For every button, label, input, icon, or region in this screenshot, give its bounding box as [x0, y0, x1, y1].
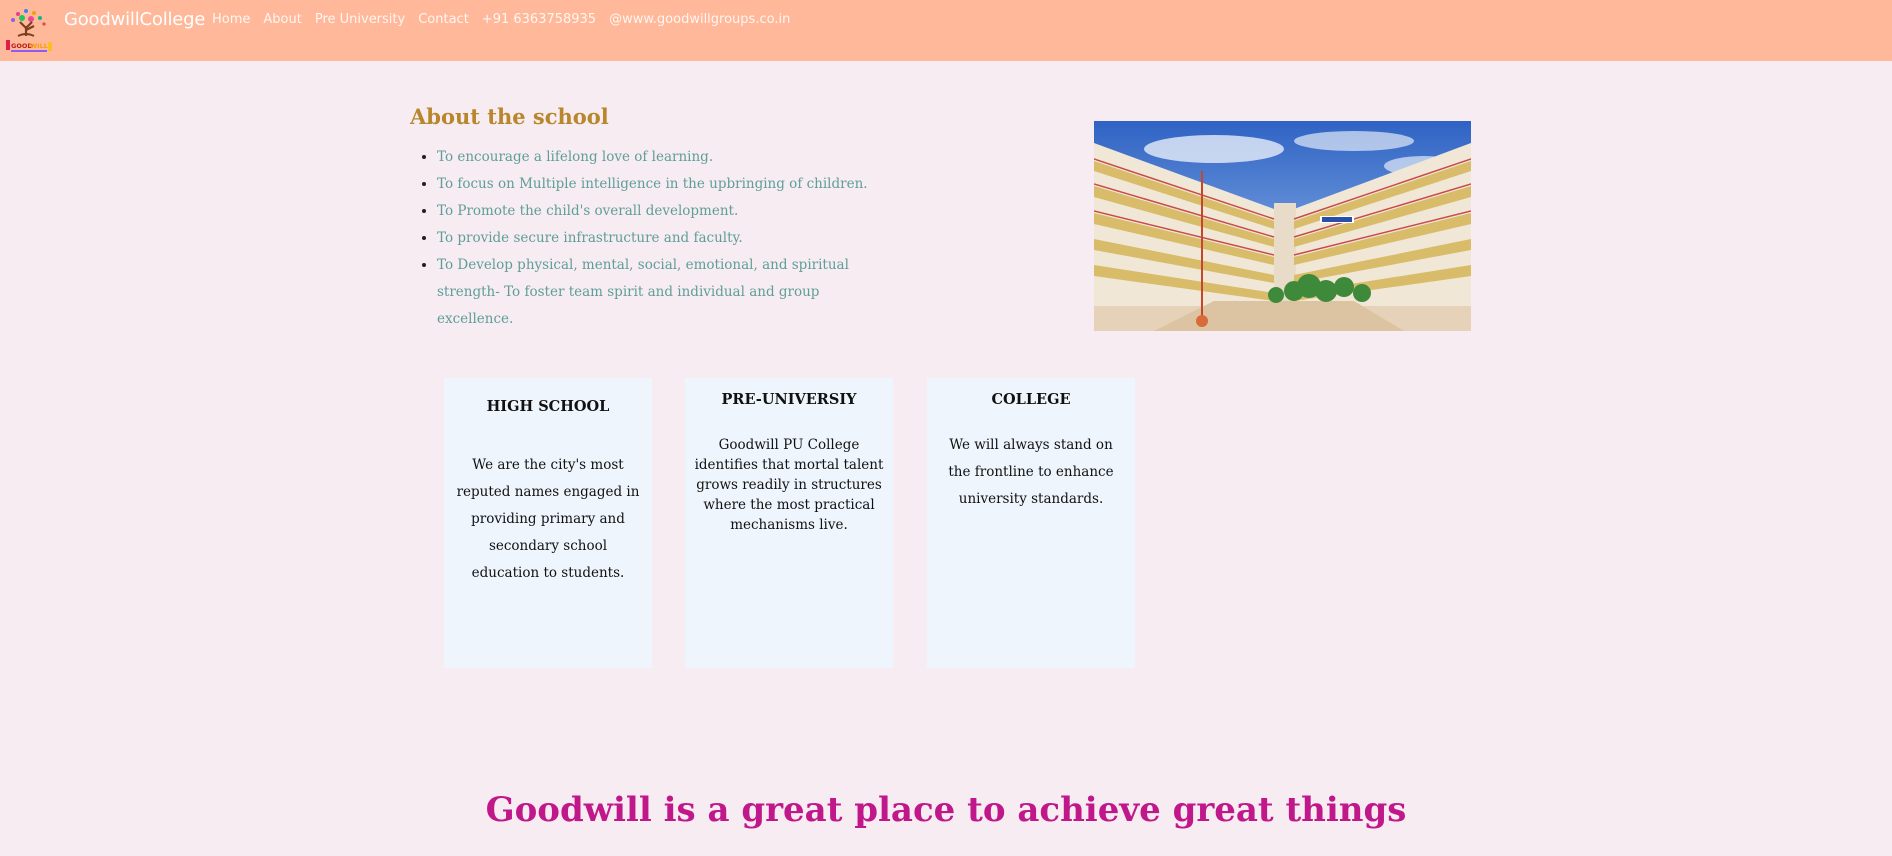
about-item: To encourage a lifelong love of learning… [437, 144, 897, 171]
goodwill-logo[interactable]: GOOD WILL [4, 8, 56, 56]
card-title: COLLEGE [991, 391, 1071, 408]
card-text: Goodwill PU College identifies that mort… [694, 437, 884, 533]
navbar: GOOD WILL GoodwillCollege Home About Pre… [0, 0, 1892, 61]
nav-website[interactable]: @www.goodwillgroups.co.in [609, 12, 790, 27]
about-title: About the school [410, 104, 609, 129]
nav-about[interactable]: About [263, 12, 301, 27]
nav-contact[interactable]: Contact [418, 12, 469, 27]
brand-link[interactable]: GoodwillCollege [64, 9, 205, 30]
about-item: To focus on Multiple intelligence in the… [437, 171, 897, 198]
nav-phone[interactable]: +91 6363758935 [482, 12, 596, 27]
about-item: To provide secure infrastructure and fac… [437, 225, 897, 252]
card-title: HIGH SCHOOL [486, 398, 610, 415]
about-list: To encourage a lifelong love of learning… [437, 144, 897, 333]
card-title: PRE-UNIVERSIY [721, 391, 857, 408]
card-text: We will always stand on the frontline to… [948, 437, 1114, 507]
nav-links: Home About Pre University Contact +91 63… [212, 12, 803, 27]
about-item: To Promote the child's overall developme… [437, 198, 897, 225]
school-building-photo [1094, 121, 1471, 331]
card-text: We are the city's most reputed names eng… [456, 457, 640, 581]
svg-text:WILL: WILL [30, 42, 48, 50]
nav-home[interactable]: Home [212, 12, 250, 27]
about-item: To Develop physical, mental, social, emo… [437, 252, 897, 333]
nav-pre-university[interactable]: Pre University [315, 12, 405, 27]
card-college: COLLEGE We will always stand on the fron… [927, 378, 1135, 668]
card-pre-university: PRE-UNIVERSIY Goodwill PU College identi… [685, 378, 893, 668]
card-high-school: HIGH SCHOOL We are the city's most reput… [444, 378, 652, 668]
tagline: Goodwill is a great place to achieve gre… [485, 790, 1407, 830]
